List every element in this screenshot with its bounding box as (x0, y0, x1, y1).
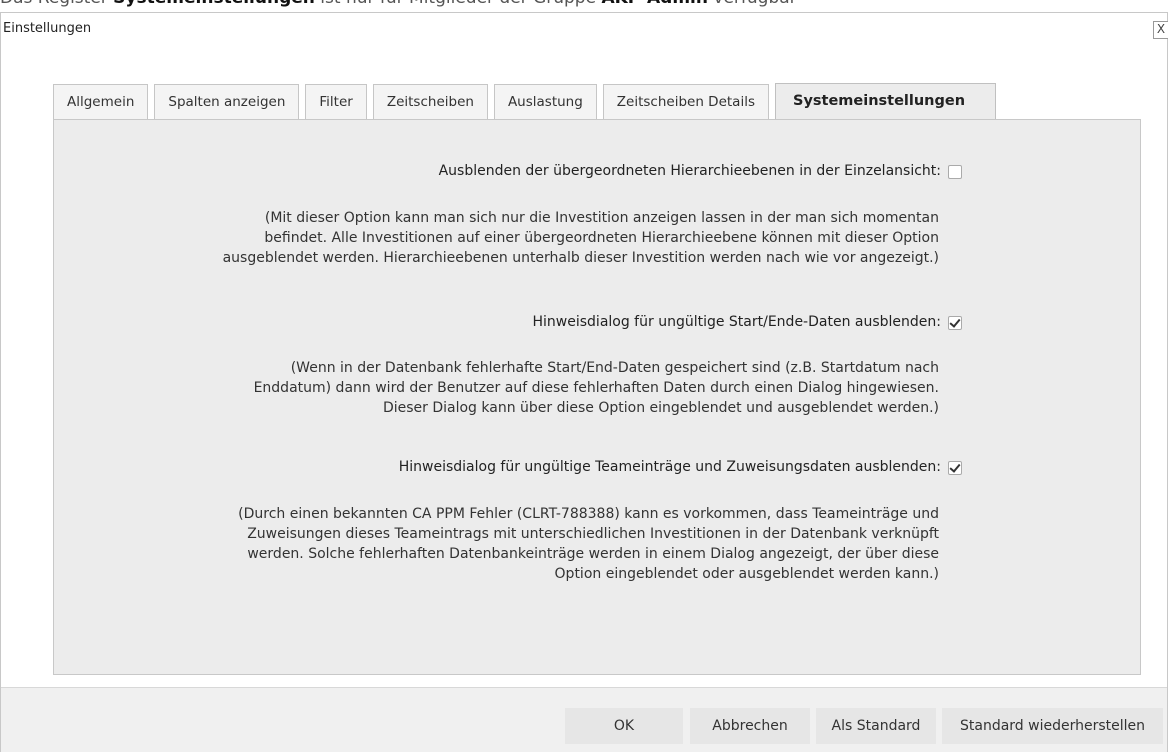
option-hide-invalid-dates-description: (Wenn in der Datenbank fehlerhafte Start… (39, 358, 939, 418)
tab-zeitscheiben[interactable]: Zeitscheiben (372, 84, 488, 119)
tab-zeitscheiben-details[interactable]: Zeitscheiben Details (602, 84, 769, 119)
description-line: Option eingeblendet oder ausgeblendet we… (554, 566, 939, 582)
close-icon[interactable]: X (1153, 21, 1168, 39)
description-line: Zuweisungen dieses Teameintrags mit unte… (247, 526, 939, 542)
description-line: befindet. Alle Investitionen auf einer ü… (264, 230, 939, 246)
option-hide-invalid-team-entries: Hinweisdialog für ungültige Teameinträge… (399, 459, 962, 475)
option-hide-parent-hierarchy-label: Ausblenden der übergeordneten Hierarchie… (438, 163, 941, 179)
option-hide-parent-hierarchy-description: (Mit dieser Option kann man sich nur die… (39, 208, 939, 268)
option-hide-invalid-team-entries-checkbox[interactable] (948, 461, 962, 475)
caption-middle: ist nur für Mitglieder der Gruppe (315, 0, 602, 8)
description-line: (Durch einen bekannten CA PPM Fehler (CL… (238, 506, 939, 522)
restore-default-button[interactable]: Standard wiederherstellen (942, 708, 1163, 744)
option-hide-invalid-dates-label: Hinweisdialog für ungültige Start/Ende-D… (532, 314, 942, 330)
caption-suffix: verfügbar (708, 0, 796, 8)
description-line: ausgeblendet werden. Hierarchieebenen un… (222, 250, 939, 266)
option-hide-invalid-dates-checkbox[interactable] (948, 316, 962, 330)
tab-spalten-anzeigen[interactable]: Spalten anzeigen (154, 84, 300, 119)
option-hide-invalid-dates-dialog: Hinweisdialog für ungültige Start/Ende-D… (532, 314, 962, 330)
dialog-button-bar: OK Abbrechen Als Standard Standard wiede… (1, 687, 1167, 752)
save-as-default-button[interactable]: Als Standard (816, 708, 936, 744)
caption-text: Das Register Systemeinstellungen ist nur… (0, 0, 1168, 12)
cancel-button[interactable]: Abbrechen (690, 708, 810, 744)
caption-bold-group: AKP-Admin (601, 0, 708, 8)
caption-prefix: Das Register (0, 0, 113, 8)
dialog-title: Einstellungen (3, 21, 92, 36)
description-line: (Mit dieser Option kann man sich nur die… (264, 210, 939, 226)
tab-filter[interactable]: Filter (305, 84, 367, 119)
tab-systemeinstellungen[interactable]: Systemeinstellungen (775, 83, 997, 120)
option-hide-invalid-team-entries-label: Hinweisdialog für ungültige Teameinträge… (398, 459, 941, 475)
settings-dialog: Einstellungen X Allgemein Spalten anzeig… (0, 12, 1168, 752)
caption-bold-register: Systemeinstellungen (113, 0, 315, 8)
ok-button[interactable]: OK (565, 708, 683, 744)
description-line: (Wenn in der Datenbank fehlerhafte Start… (290, 360, 939, 376)
tab-allgemein[interactable]: Allgemein (53, 84, 149, 119)
option-hide-parent-hierarchy: Ausblenden der übergeordneten Hierarchie… (439, 163, 962, 179)
option-hide-invalid-team-entries-description: (Durch einen bekannten CA PPM Fehler (CL… (39, 504, 939, 584)
systemeinstellungen-panel: Ausblenden der übergeordneten Hierarchie… (53, 119, 1141, 675)
tab-auslastung[interactable]: Auslastung (493, 84, 597, 119)
dialog-titlebar: Einstellungen X (1, 13, 1168, 49)
tab-bar: Allgemein Spalten anzeigen Filter Zeitsc… (53, 83, 1002, 120)
description-line: werden. Solche fehlerhaften Datenbankein… (247, 546, 939, 562)
option-hide-parent-hierarchy-checkbox[interactable] (948, 165, 962, 179)
description-line: Enddatum) dann wird der Benutzer auf die… (253, 380, 939, 396)
description-line: Dieser Dialog kann über diese Option ein… (382, 400, 939, 416)
